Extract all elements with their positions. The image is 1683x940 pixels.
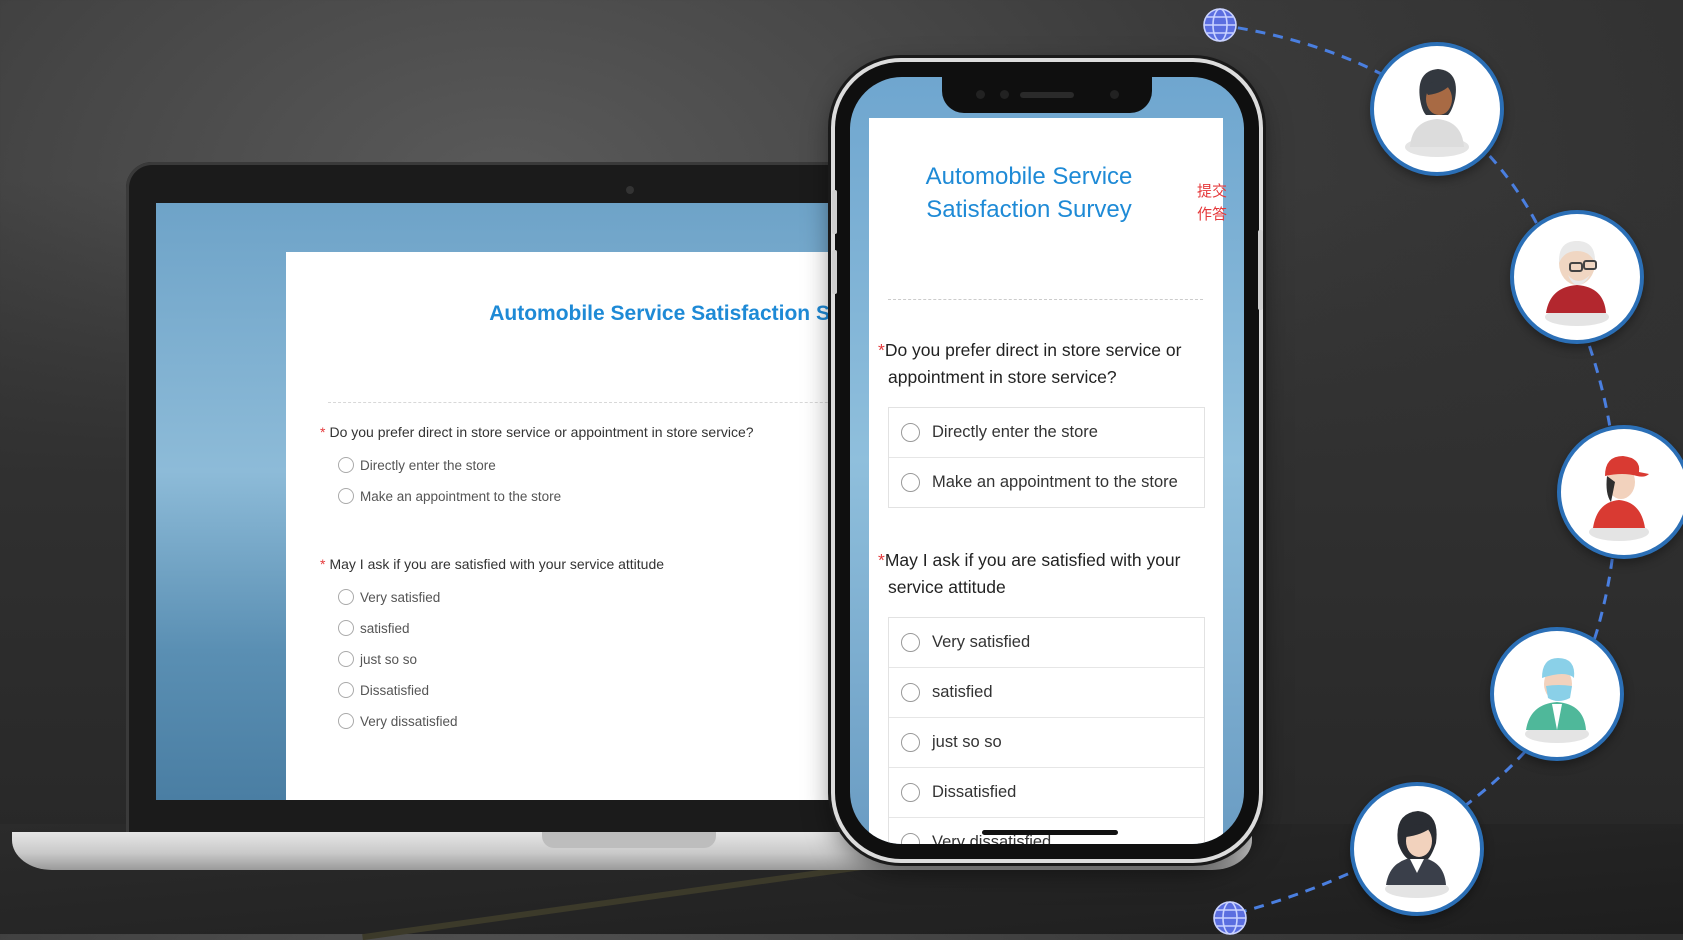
- delivery-worker-avatar-icon: [1557, 425, 1683, 559]
- doctor-avatar-icon: [1490, 627, 1624, 761]
- globe-icon: [1213, 901, 1247, 935]
- businesswoman-avatar-icon: [1350, 782, 1484, 916]
- elderly-man-avatar-icon: [1510, 210, 1644, 344]
- globe-icon: [1203, 8, 1237, 42]
- woman-avatar-icon: [1370, 42, 1504, 176]
